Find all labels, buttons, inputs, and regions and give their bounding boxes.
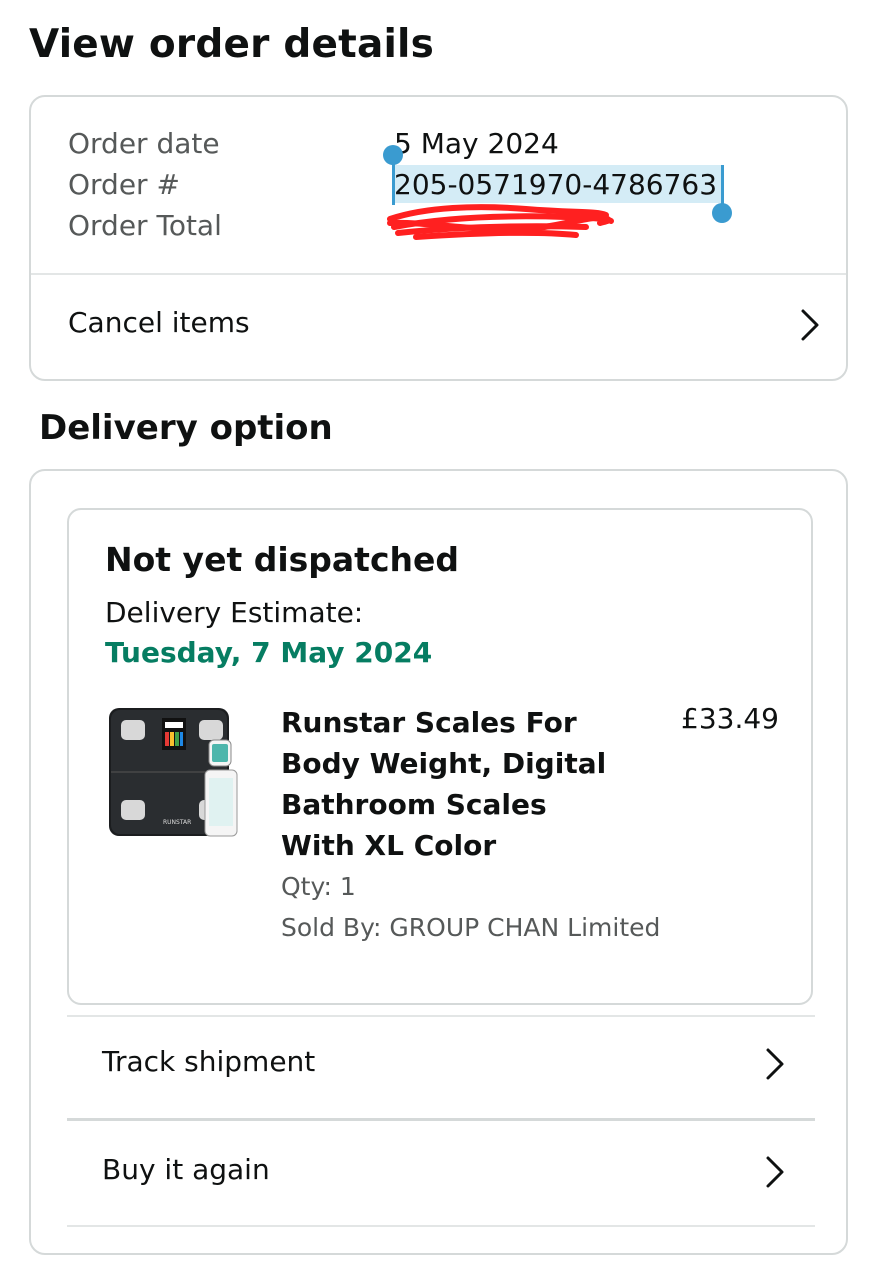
order-number-label: Order # bbox=[68, 168, 180, 201]
svg-text:RUNSTAR: RUNSTAR bbox=[163, 819, 191, 826]
chevron-right-icon bbox=[801, 309, 819, 341]
delivery-card: Not yet dispatched Delivery Estimate: Tu… bbox=[29, 469, 848, 1255]
product-title[interactable]: Runstar Scales For Body Weight, Digital … bbox=[281, 702, 621, 866]
delivery-section-title: Delivery option bbox=[39, 408, 333, 448]
order-summary-card: Order date 5 May 2024 Order # 205-057197… bbox=[29, 95, 848, 381]
order-total-label: Order Total bbox=[68, 209, 222, 242]
page-title: View order details bbox=[29, 22, 435, 67]
chevron-right-icon bbox=[766, 1048, 784, 1080]
chevron-right-icon bbox=[766, 1156, 784, 1188]
delivery-estimate-date: Tuesday, 7 May 2024 bbox=[105, 636, 433, 669]
order-date-value: 5 May 2024 bbox=[394, 127, 559, 160]
delivery-estimate-label: Delivery Estimate: bbox=[105, 596, 364, 629]
divider bbox=[67, 1225, 815, 1227]
product-seller: Sold By: GROUP CHAN Limited bbox=[281, 913, 661, 942]
selection-start-handle[interactable] bbox=[383, 145, 403, 165]
track-shipment-label: Track shipment bbox=[102, 1045, 316, 1078]
selection-end-handle[interactable] bbox=[712, 203, 732, 223]
product-price: £33.49 bbox=[681, 702, 779, 735]
buy-it-again-label: Buy it again bbox=[102, 1153, 270, 1186]
buy-it-again-row[interactable]: Buy it again bbox=[31, 1121, 846, 1225]
cancel-items-label: Cancel items bbox=[68, 306, 250, 339]
redaction-scribble bbox=[387, 204, 614, 240]
order-date-label: Order date bbox=[68, 127, 220, 160]
shipment-status: Not yet dispatched bbox=[105, 540, 460, 579]
track-shipment-row[interactable]: Track shipment bbox=[31, 1017, 846, 1117]
cancel-items-row[interactable]: Cancel items bbox=[31, 275, 846, 381]
shipment-card: Not yet dispatched Delivery Estimate: Tu… bbox=[67, 508, 813, 1005]
product-thumbnail[interactable]: RUNSTAR bbox=[107, 704, 247, 844]
product-quantity: Qty: 1 bbox=[281, 872, 356, 901]
